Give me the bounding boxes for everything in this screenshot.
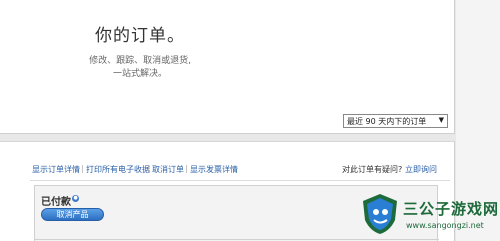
section-divider (30, 180, 450, 181)
order-period-select[interactable]: 最近 90 天内下的订单 ▼ (343, 114, 448, 128)
link-separator: | (147, 164, 150, 173)
shield-logo-icon (363, 194, 397, 234)
page-title: 你的订单。 (95, 26, 185, 46)
link-separator: | (81, 164, 84, 173)
site-watermark: 三公子游戏网 www.sangongzi.net (360, 190, 500, 241)
period-select-value: 最近 90 天内下的订单 (347, 117, 427, 126)
cancel-product-button[interactable]: 取消产品 (41, 208, 104, 221)
print-receipts-link[interactable]: 打印所有电子收据 (86, 164, 150, 175)
description-line-2: 一站式解决。 (112, 69, 167, 79)
order-action-links: 显示订单详情 | 打印所有电子收据 | 取消订单 | 显示发票详情 对此订单有疑… (0, 164, 440, 176)
order-status-label: 已付款 (41, 197, 71, 208)
info-icon[interactable]: ● (72, 195, 79, 202)
order-question-text: 对此订单有疑问? (342, 165, 403, 174)
chevron-down-icon: ▼ (438, 116, 444, 124)
inquire-now-link[interactable]: 立即询问 (405, 164, 437, 175)
page-description: 修改、跟踪、取消或退货, 一站式解决。 (0, 55, 280, 81)
show-order-details-link[interactable]: 显示订单详情 (32, 164, 80, 175)
description-line-1: 修改、跟踪、取消或退货, (89, 56, 191, 66)
watermark-url: www.sangongzi.net (406, 221, 484, 230)
orders-header-panel: 你的订单。 修改、跟踪、取消或退货, 一站式解决。 最近 90 天内下的订单 ▼ (0, 0, 455, 134)
show-invoice-details-link[interactable]: 显示发票详情 (190, 164, 238, 175)
cancel-order-link[interactable]: 取消订单 (152, 164, 184, 175)
link-separator: | (185, 164, 188, 173)
watermark-title: 三公子游戏网 (403, 200, 500, 218)
